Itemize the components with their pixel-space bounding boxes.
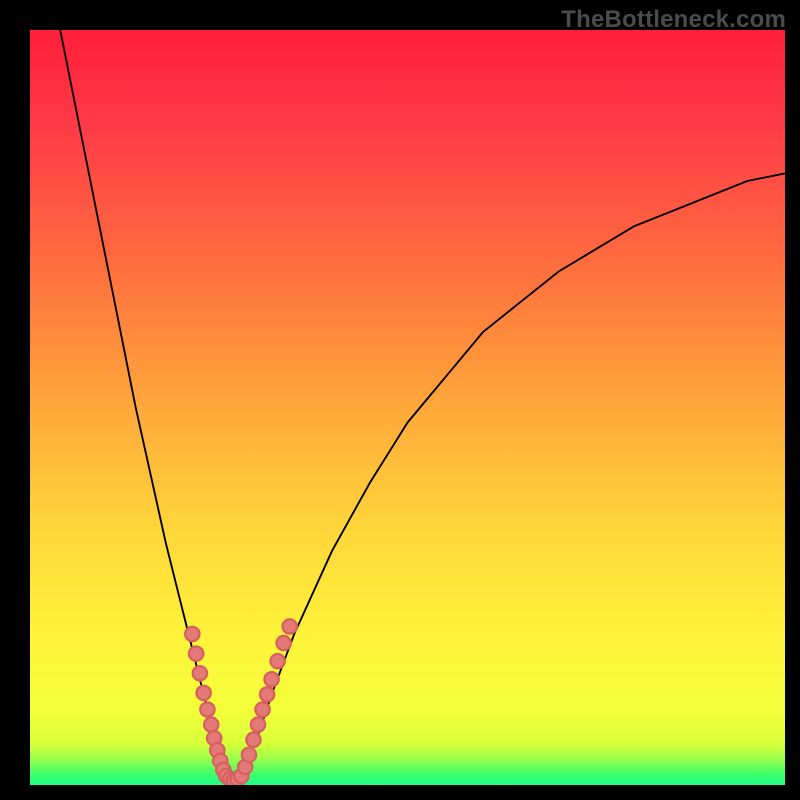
data-point: [283, 619, 297, 633]
curve-right-branch: [241, 173, 785, 777]
data-point: [246, 733, 260, 747]
chart-frame: TheBottleneck.com: [0, 0, 800, 800]
data-point: [189, 646, 203, 660]
data-point: [200, 702, 214, 716]
plot-area: [30, 30, 785, 785]
data-point: [185, 627, 199, 641]
data-point: [260, 687, 274, 701]
data-point: [251, 717, 265, 731]
data-point: [196, 686, 210, 700]
data-point: [204, 717, 218, 731]
bottleneck-curve: [30, 30, 785, 785]
data-point: [264, 672, 278, 686]
data-point-cluster: [185, 619, 297, 785]
data-point: [255, 702, 269, 716]
data-point: [270, 654, 284, 668]
data-point: [193, 666, 207, 680]
data-point: [242, 748, 256, 762]
data-point: [277, 636, 291, 650]
